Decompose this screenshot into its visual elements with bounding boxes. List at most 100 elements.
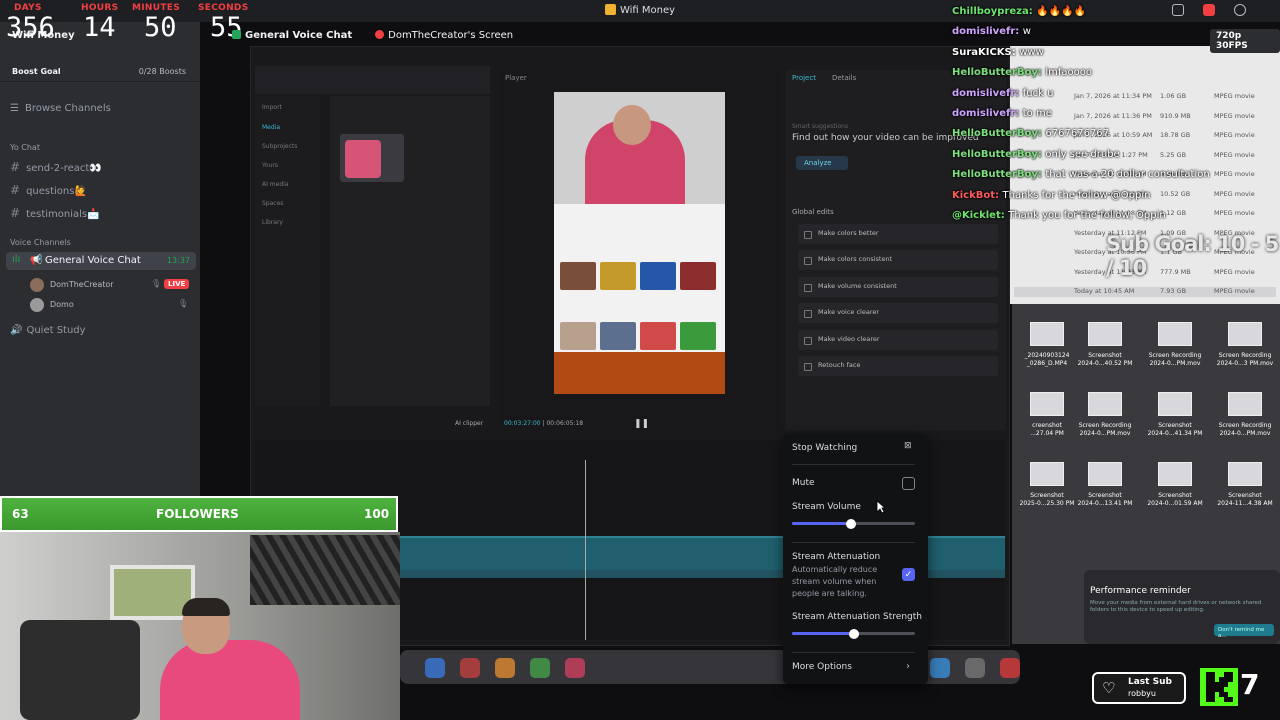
finder-row[interactable]: Jan 7, 2026 at 11:36 PM 910.9 MB MPEG movi… xyxy=(1014,112,1276,122)
countdown-hours: 14 xyxy=(83,12,116,43)
capcut-menu-item[interactable]: Media xyxy=(262,124,280,131)
dock-app-icon[interactable] xyxy=(565,658,585,678)
kick-logo-icon xyxy=(1200,668,1238,706)
dock-app-icon[interactable] xyxy=(530,658,550,678)
tab-project[interactable]: Project xyxy=(792,74,816,82)
stream-channel: General Voice Chat xyxy=(245,30,353,41)
close-stream-icon[interactable]: ⊠ xyxy=(904,441,916,453)
dock-app-icon[interactable] xyxy=(1000,658,1020,678)
chat-text: Thanks for the follow @Oppin xyxy=(1002,189,1151,201)
capcut-menu-item[interactable]: Library xyxy=(262,219,283,226)
desktop-file-icon[interactable] xyxy=(1088,462,1122,486)
chat-text: only see drube xyxy=(1045,148,1120,160)
desktop-file-icon[interactable] xyxy=(1030,322,1064,346)
desktop-file-icon[interactable] xyxy=(1030,392,1064,416)
chat-message: domislivefr: to me xyxy=(952,108,1052,119)
inbox-icon[interactable] xyxy=(1172,4,1184,16)
channel-send-2-react[interactable]: # send-2-react👀 xyxy=(10,160,102,174)
voice-activity-icon: ılı xyxy=(12,254,21,265)
capcut-menu-item[interactable]: Subprojects xyxy=(262,143,297,150)
capcut-menu-item[interactable]: Spaces xyxy=(262,200,283,207)
stream-volume-handle[interactable] xyxy=(846,519,857,529)
performance-reminder: Performance reminder Move your media fro… xyxy=(1084,570,1280,644)
global-edit-item[interactable]: Make colors better xyxy=(798,224,998,244)
notification-icon[interactable] xyxy=(1203,4,1215,16)
desktop-file-icon[interactable] xyxy=(1088,322,1122,346)
chat-message: SuraKICKS: www xyxy=(952,47,1044,58)
perf-title: Performance reminder xyxy=(1090,586,1191,596)
category-voice-channels[interactable]: Voice Channels xyxy=(10,238,71,247)
avatar xyxy=(30,298,44,312)
chat-message: HelloButterBoy: lmfaoooo xyxy=(952,67,1092,78)
global-edit-item[interactable]: Make voice clearer xyxy=(798,303,998,323)
chat-text: to me xyxy=(1022,108,1052,119)
dont-remind-button[interactable]: Don't remind me a... xyxy=(1214,624,1274,639)
stream-header: General Voice Chat DomTheCreator's Scree… xyxy=(232,30,513,41)
hash-icon: # xyxy=(10,206,21,220)
category-yo-chat[interactable]: Yo Chat xyxy=(10,143,40,152)
channel-questions[interactable]: # questions🙋 xyxy=(10,183,87,197)
chat-text: w xyxy=(1022,26,1031,38)
stop-watching-button[interactable]: Stop Watching xyxy=(792,443,857,453)
desktop-file-icon[interactable] xyxy=(1088,392,1122,416)
chat-username: HelloButterBoy: xyxy=(952,169,1042,181)
finder-kind: MPEG movie xyxy=(1214,170,1255,178)
chat-text: lmfaoooo xyxy=(1045,67,1093,79)
global-edit-item[interactable]: Make volume consistent xyxy=(798,277,998,297)
desktop-file-icon[interactable] xyxy=(1228,322,1262,346)
followers-label: FOLLOWERS xyxy=(156,507,239,521)
capcut-menu-item[interactable]: Yours xyxy=(262,162,278,169)
boost-goal[interactable]: Boost Goal 0/28 Boosts xyxy=(0,64,200,82)
chat-message: HelloButterBoy: that was a 20 dollar con… xyxy=(952,169,1210,180)
global-edit-item[interactable]: Make video clearer xyxy=(798,330,998,350)
more-options-button[interactable]: More Options xyxy=(792,662,852,672)
voice-channel-quiet-study[interactable]: 🔊 Quiet Study xyxy=(10,325,86,336)
pause-icon[interactable]: ❚❚ xyxy=(634,419,649,429)
dock-app-icon[interactable] xyxy=(965,658,985,678)
dock-app-icon[interactable] xyxy=(495,658,515,678)
voice-user[interactable]: Domo 🎙 xyxy=(30,298,190,312)
desktop-file-icon[interactable] xyxy=(1158,392,1192,416)
voice-channel-general[interactable]: ılı 📢 General Voice Chat 13:37 xyxy=(6,252,196,270)
chat-message: HelloButterBoy: only see drube xyxy=(952,149,1120,160)
capcut-menu-item[interactable]: Import xyxy=(262,104,282,111)
dock-app-icon[interactable] xyxy=(460,658,480,678)
tab-details[interactable]: Details xyxy=(832,74,856,82)
help-icon[interactable] xyxy=(1234,4,1246,16)
attenuation-strength-handle[interactable] xyxy=(848,629,859,639)
global-edit-item[interactable]: Retouch face xyxy=(798,356,998,376)
boost-count: 0/28 Boosts xyxy=(138,67,186,76)
chat-text: Thank you for the follow, Oppin xyxy=(1008,210,1166,221)
desktop-file-icon[interactable] xyxy=(1158,462,1192,486)
timeline-playhead[interactable] xyxy=(585,460,586,640)
analyze-button[interactable]: Analyze xyxy=(796,156,848,170)
muted-mic-icon: 🎙 xyxy=(151,279,162,288)
desktop-file-icon[interactable] xyxy=(1158,322,1192,346)
mute-checkbox[interactable] xyxy=(902,477,915,490)
dock-app-icon[interactable] xyxy=(425,658,445,678)
desktop-file-icon[interactable] xyxy=(1228,462,1262,486)
ai-clipper-button[interactable]: AI clipper xyxy=(455,420,483,427)
global-edit-item[interactable]: Make colors consistent xyxy=(798,250,998,270)
desktop-file-label: Screenshot 2024-0...01.59 AM xyxy=(1147,492,1203,507)
capcut-menu-item[interactable]: AI media xyxy=(262,181,288,188)
attenuation-strength-label: Stream Attenuation Strength xyxy=(792,612,922,622)
dock-app-icon[interactable] xyxy=(930,658,950,678)
desktop-file-label: Screenshot 2024-0...40.52 PM xyxy=(1077,352,1133,367)
desktop-file-icon[interactable] xyxy=(1228,392,1262,416)
chat-username: Chillboypreza: xyxy=(952,6,1033,17)
stream-attenuation-checkbox[interactable]: ✓ xyxy=(902,568,915,581)
chat-text: www xyxy=(1019,46,1044,58)
voice-user[interactable]: DomTheCreator 🎙 LIVE xyxy=(30,278,190,292)
finder-kind: MPEG movie xyxy=(1214,131,1255,139)
desktop-file-icon[interactable] xyxy=(1030,462,1064,486)
channel-testimonials[interactable]: # testimonials📩 xyxy=(10,206,100,220)
webcam-ceiling xyxy=(250,535,400,605)
browse-channels[interactable]: ☰ Browse Channels xyxy=(10,103,111,114)
sub-goal: Sub Goal: 10 - 5 / 10 xyxy=(1106,232,1279,280)
voice-time: 13:37 xyxy=(166,256,190,265)
followers-goal-bar: 63 FOLLOWERS 100 xyxy=(0,496,398,532)
desktop-file-label: Screen Recording 2024-0...PM.mov xyxy=(1218,422,1272,437)
menu-divider xyxy=(792,464,915,465)
finder-row[interactable]: Today at 10:45 AM 7.93 GB MPEG movie xyxy=(1014,287,1276,297)
